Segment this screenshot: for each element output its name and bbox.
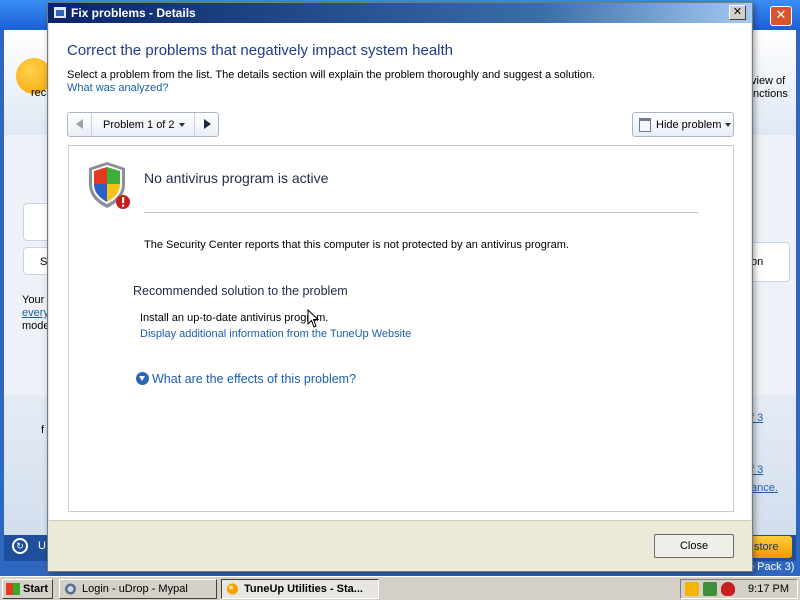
- previous-problem-icon[interactable]: [68, 113, 92, 136]
- divider: [144, 212, 698, 213]
- dialog-app-icon: [53, 6, 67, 19]
- fix-problems-dialog: Fix problems - Details ✕ Correct the pro…: [47, 2, 753, 572]
- tuneup-tray-icon[interactable]: [685, 582, 699, 596]
- mouse-cursor-icon: [307, 309, 319, 328]
- start-button[interactable]: Start: [2, 579, 53, 599]
- background-text: U: [38, 540, 46, 552]
- dialog-title: Fix problems - Details: [71, 6, 196, 20]
- chevron-down-icon: [178, 123, 185, 128]
- dialog-titlebar[interactable]: Fix problems - Details ✕: [48, 3, 752, 23]
- problem-description: The Security Center reports that this co…: [144, 239, 569, 251]
- solution-heading: Recommended solution to the problem: [133, 284, 348, 298]
- page-title: Correct the problems that negatively imp…: [67, 42, 454, 59]
- background-text: rec: [31, 87, 47, 99]
- browser-icon: [65, 583, 76, 595]
- background-circle-icon[interactable]: ↻: [12, 538, 28, 554]
- background-close-button[interactable]: ✕: [770, 6, 792, 26]
- network-tray-icon[interactable]: [703, 582, 717, 596]
- instruction-text: Select a problem from the list. The deta…: [67, 69, 596, 81]
- taskbar-item-label: Login - uDrop - Mypal: [82, 583, 188, 595]
- expand-down-icon: [136, 372, 149, 385]
- hide-problem-button[interactable]: Hide problem: [632, 112, 734, 137]
- next-problem-icon[interactable]: [194, 113, 218, 136]
- dialog-footer: Close: [49, 520, 751, 571]
- background-text: view of: [751, 75, 786, 87]
- dialog-close-icon[interactable]: ✕: [729, 5, 746, 20]
- problem-select-dropdown[interactable]: Problem 1 of 2: [103, 119, 185, 131]
- close-button[interactable]: Close: [654, 534, 734, 558]
- windows-logo-icon: [6, 583, 20, 595]
- problem-navigator: Problem 1 of 2: [67, 112, 219, 137]
- system-tray: 9:17 PM: [680, 579, 798, 599]
- trash-icon: [639, 118, 651, 132]
- background-text: Your: [22, 294, 45, 306]
- background-text: nctions: [753, 88, 788, 100]
- taskbar-item-mypal[interactable]: Login - uDrop - Mypal: [59, 579, 217, 599]
- effects-expander[interactable]: What are the effects of this problem?: [136, 372, 356, 386]
- security-shield-warning-icon: [89, 162, 130, 209]
- what-was-analyzed-link[interactable]: What was analyzed?: [67, 82, 169, 94]
- clock: 9:17 PM: [748, 583, 789, 595]
- background-text: mode: [22, 320, 50, 332]
- security-alert-tray-icon[interactable]: [721, 582, 735, 596]
- effects-link-label: What are the effects of this problem?: [152, 372, 357, 386]
- background-link[interactable]: every: [22, 307, 49, 319]
- problem-select-label: Problem 1 of 2: [103, 119, 175, 131]
- taskbar: Start Login - uDrop - Mypal TuneUp Utili…: [0, 576, 800, 600]
- problem-title: No antivirus program is active: [144, 170, 329, 186]
- taskbar-item-tuneup[interactable]: TuneUp Utilities - Sta...: [221, 579, 379, 599]
- tuneup-icon: [227, 583, 238, 595]
- taskbar-item-label: TuneUp Utilities - Sta...: [244, 583, 363, 595]
- background-text: e Pack 3): [748, 561, 795, 573]
- chevron-down-icon: [725, 123, 732, 128]
- dialog-client-area: Correct the problems that negatively imp…: [49, 23, 751, 520]
- tuneup-website-link[interactable]: Display additional information from the …: [140, 328, 411, 340]
- solution-text: Install an up-to-date antivirus program.: [140, 312, 329, 324]
- problem-details-panel: No antivirus program is active The Secur…: [68, 145, 734, 512]
- background-text: f: [41, 424, 45, 436]
- background-link[interactable]: ance.: [751, 482, 778, 494]
- hide-problem-label: Hide problem: [656, 119, 722, 131]
- store-button[interactable]: store: [748, 536, 792, 558]
- start-label: Start: [23, 583, 49, 595]
